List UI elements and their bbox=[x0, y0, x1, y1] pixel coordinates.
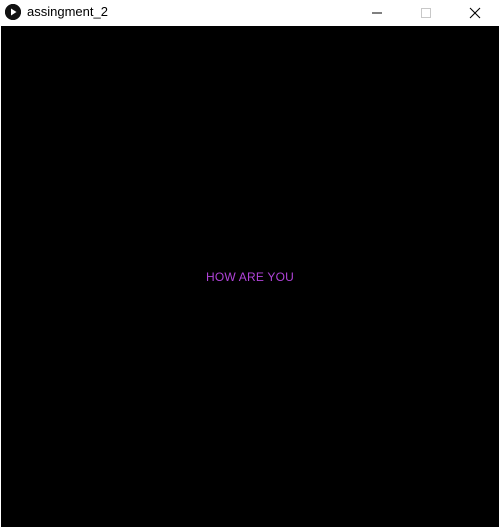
play-icon bbox=[5, 4, 21, 20]
maximize-icon bbox=[421, 7, 431, 18]
minimize-icon bbox=[372, 12, 382, 13]
app-window: assingment_2 HOW ARE YOU bbox=[0, 0, 500, 528]
sketch-canvas[interactable]: HOW ARE YOU bbox=[1, 26, 499, 527]
close-icon bbox=[469, 7, 481, 18]
canvas-text: HOW ARE YOU bbox=[206, 270, 294, 284]
minimize-button[interactable] bbox=[354, 0, 400, 25]
maximize-button[interactable] bbox=[403, 0, 449, 25]
window-title: assingment_2 bbox=[27, 4, 108, 19]
close-button[interactable] bbox=[452, 0, 498, 25]
title-bar[interactable]: assingment_2 bbox=[0, 0, 500, 25]
